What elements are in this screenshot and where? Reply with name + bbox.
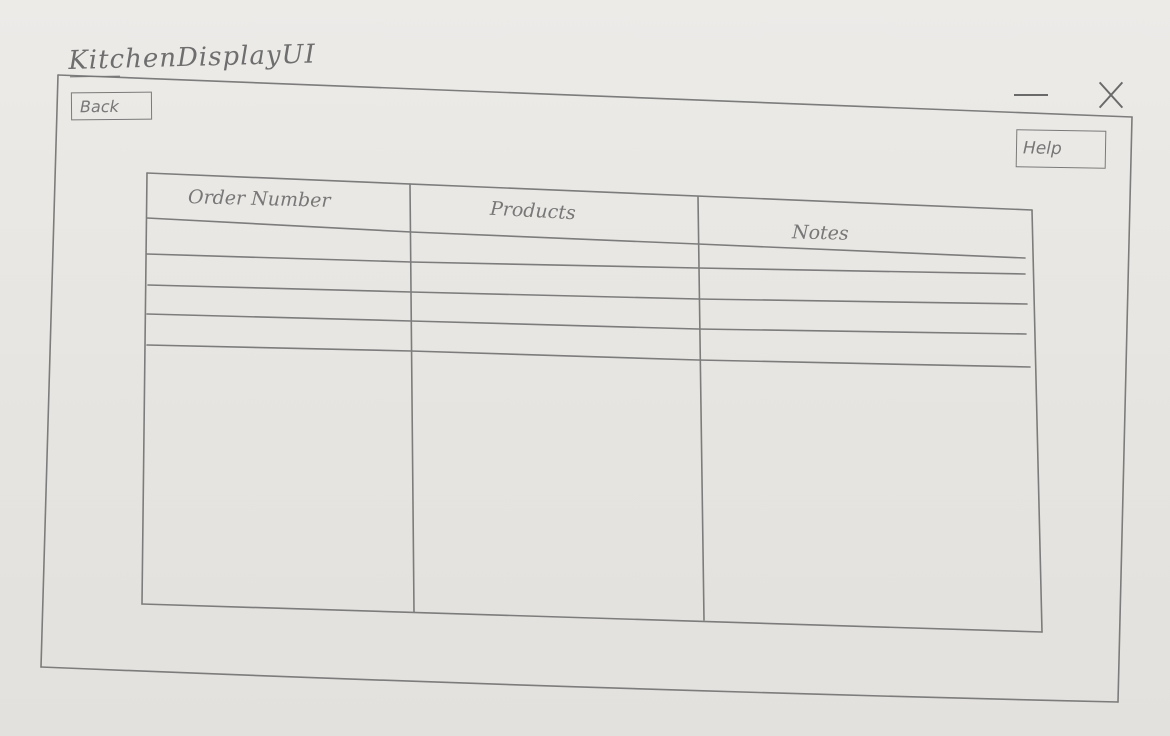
table-border-bottom: [141, 603, 1043, 633]
help-button[interactable]: Help: [1015, 129, 1107, 169]
back-button[interactable]: Back: [70, 91, 153, 121]
table-row[interactable]: [150, 256, 1026, 286]
column-header-products: Products: [489, 197, 577, 225]
close-icon[interactable]: [1096, 80, 1126, 110]
window-frame-top: [57, 74, 1133, 118]
window-frame-right: [1117, 116, 1133, 703]
column-header-order-number: Order Number: [187, 186, 331, 212]
window-frame-left: [40, 74, 59, 668]
window-sketch: [40, 74, 1133, 703]
row-line-4: [146, 344, 1031, 368]
table-border-left: [141, 172, 148, 605]
table-row[interactable]: [150, 318, 1028, 348]
window-frame-bottom: [40, 666, 1119, 703]
minimize-icon[interactable]: [1014, 87, 1048, 101]
table-border-right: [1031, 209, 1043, 633]
table-row[interactable]: [150, 222, 1024, 254]
table-row[interactable]: [150, 288, 1026, 316]
